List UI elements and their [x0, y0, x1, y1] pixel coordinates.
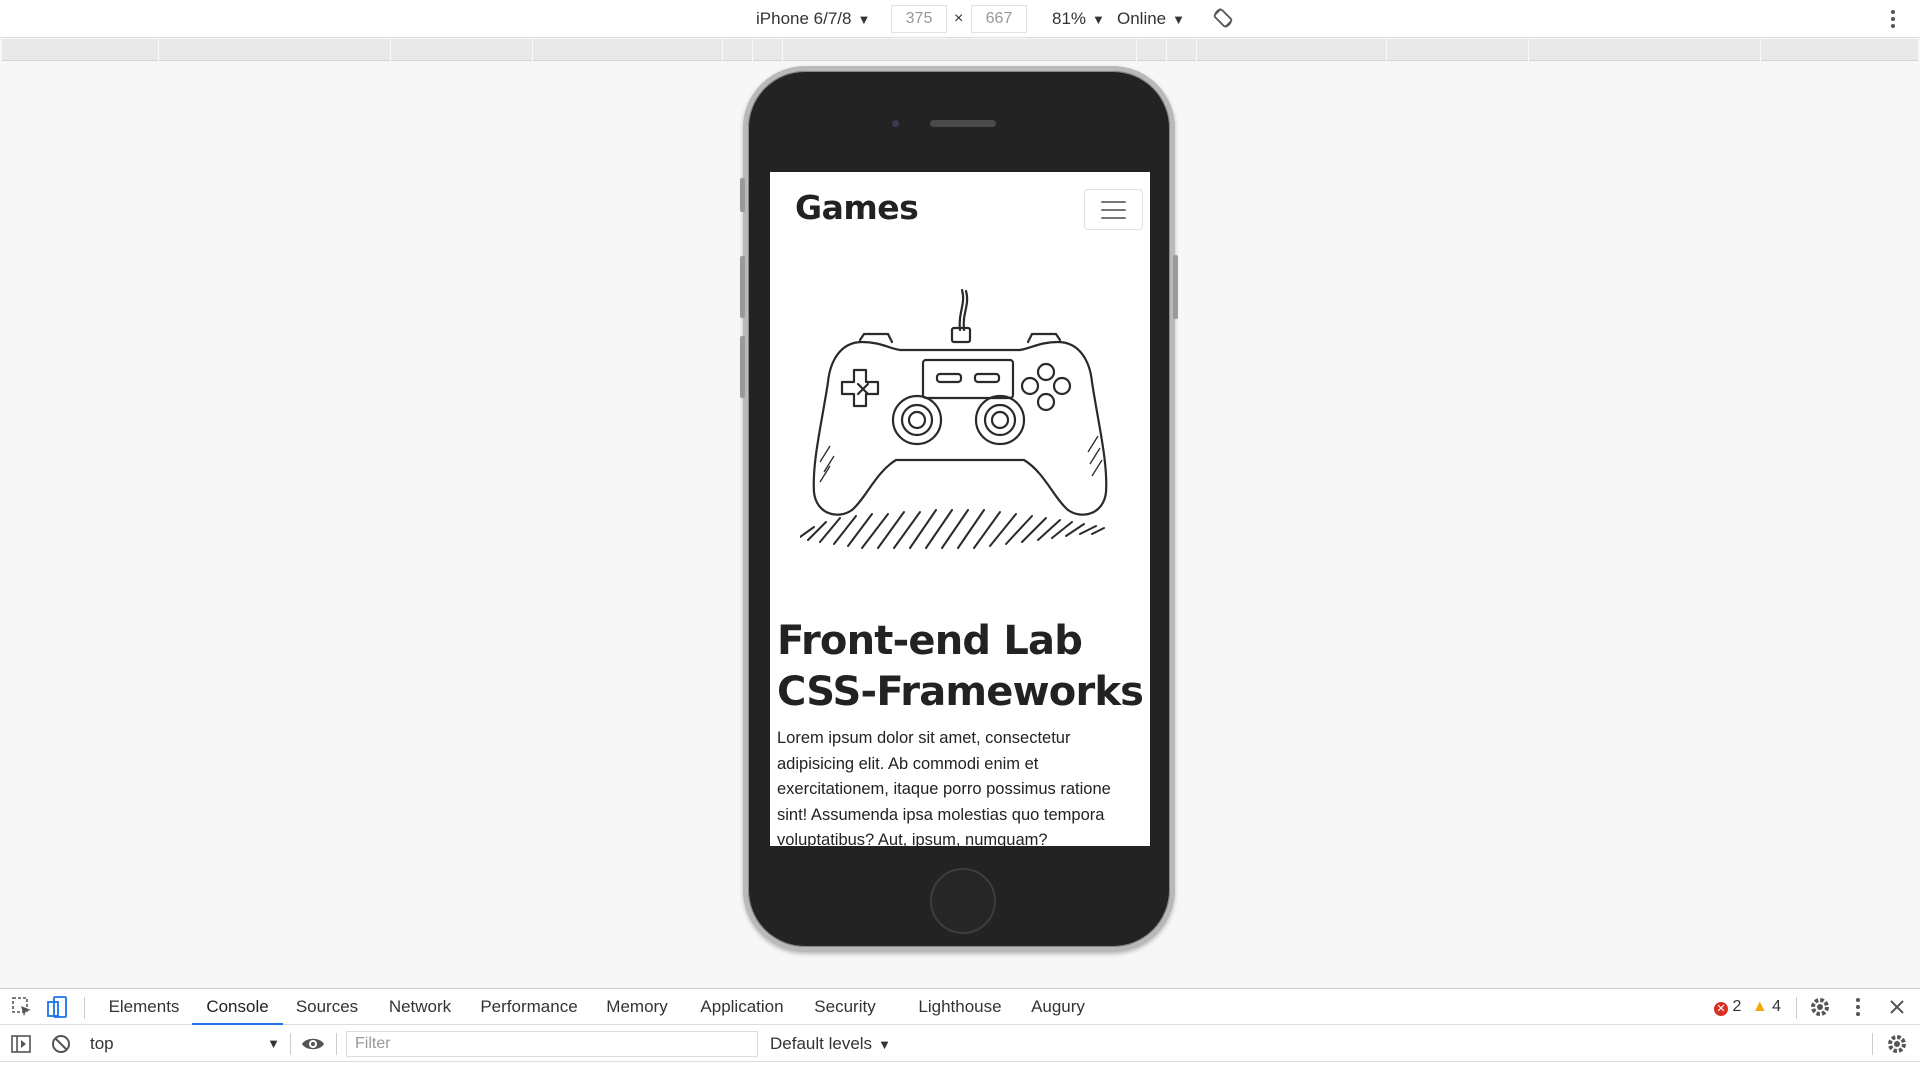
zoom-select-label: 81%	[1052, 9, 1087, 28]
hero-title-line: CSS-Frameworks	[777, 669, 1144, 715]
toolbar-divider	[290, 1033, 291, 1055]
device-toolbar: iPhone 6/7/8 ▼ 375 × 667 81% ▼ Online ▼	[0, 0, 1920, 38]
log-levels-label: Default levels	[770, 1034, 873, 1053]
dropdown-arrow-icon: ▼	[267, 1036, 280, 1051]
hero-title: Front-end Lab CSS-Frameworks	[777, 616, 1147, 718]
emulated-page: Games Front-end Lab CSS-Frameworks Lorem…	[770, 172, 1150, 846]
ruler-divider	[782, 39, 783, 61]
tab-performance[interactable]: Performance	[474, 989, 584, 1025]
error-icon: ✕	[1714, 1002, 1728, 1016]
inspect-element-icon[interactable]	[9, 994, 35, 1020]
console-settings-gear-icon[interactable]	[1884, 1031, 1910, 1057]
ruler-divider	[722, 39, 723, 61]
phone-mute-switch	[740, 178, 745, 212]
navbar-toggler-button[interactable]	[1084, 189, 1143, 230]
phone-home-button	[930, 868, 996, 934]
hamburger-icon-line	[1101, 201, 1126, 203]
settings-gear-icon[interactable]	[1807, 994, 1833, 1020]
ruler-divider	[158, 39, 159, 61]
context-select[interactable]: top ▼	[90, 1032, 280, 1056]
console-toolbar: top ▼ Filter Default levels ▼	[0, 1026, 1920, 1062]
hero-title-line: Front-end Lab	[777, 618, 1083, 664]
media-query-ruler[interactable]	[2, 39, 1918, 61]
device-select-label: iPhone 6/7/8	[756, 9, 852, 28]
phone-speaker	[930, 120, 996, 127]
ruler-divider	[1528, 39, 1529, 61]
tab-elements[interactable]: Elements	[100, 989, 188, 1025]
ruler-divider	[1760, 39, 1761, 61]
tab-security[interactable]: Security	[808, 989, 882, 1025]
devtools-panel: Elements Console Sources Network Perform…	[0, 988, 1920, 1080]
dropdown-arrow-icon: ▼	[1172, 12, 1186, 27]
toolbar-divider	[1796, 997, 1797, 1019]
phone-volume-down	[740, 336, 745, 398]
toolbar-divider	[336, 1033, 337, 1055]
dropdown-arrow-icon: ▼	[878, 1037, 891, 1052]
tab-network[interactable]: Network	[380, 989, 460, 1025]
ruler-divider	[1386, 39, 1387, 61]
live-expression-eye-icon[interactable]	[300, 1031, 326, 1057]
hamburger-icon-line	[1101, 209, 1126, 211]
console-sidebar-toggle-icon[interactable]	[8, 1031, 34, 1057]
phone-camera	[892, 120, 899, 127]
ruler-divider	[1196, 39, 1197, 61]
tab-memory[interactable]: Memory	[598, 989, 676, 1025]
network-select-label: Online	[1117, 9, 1167, 28]
rotate-icon[interactable]	[1212, 7, 1234, 29]
tab-augury[interactable]: Augury	[1024, 989, 1092, 1025]
device-toolbar-toggle-icon[interactable]	[45, 994, 71, 1020]
tab-sources[interactable]: Sources	[288, 989, 366, 1025]
hero-paragraph: Lorem ipsum dolor sit amet, consectetur …	[777, 729, 1111, 846]
clear-console-icon[interactable]	[48, 1031, 74, 1057]
devtools-tabbar: Elements Console Sources Network Perform…	[0, 989, 1920, 1025]
ruler-divider	[752, 39, 753, 61]
warning-count: 4	[1772, 998, 1782, 1015]
width-input[interactable]: 375	[891, 5, 947, 33]
context-select-label: top	[90, 1034, 114, 1053]
log-levels-select[interactable]: Default levels ▼	[770, 1032, 891, 1057]
close-icon[interactable]	[1884, 994, 1910, 1020]
tab-console[interactable]: Console	[192, 989, 283, 1025]
phone-power-button	[1173, 255, 1178, 319]
height-input[interactable]: 667	[971, 5, 1027, 33]
ruler-divider	[1136, 39, 1137, 61]
warning-icon: ▲	[1751, 998, 1768, 1015]
dropdown-arrow-icon: ▼	[857, 12, 871, 27]
toolbar-divider	[1872, 1033, 1873, 1055]
ruler-divider	[390, 39, 391, 61]
site-brand[interactable]: Games	[795, 188, 919, 227]
ruler-divider	[532, 39, 533, 61]
phone-volume-up	[740, 256, 745, 318]
dropdown-arrow-icon: ▼	[1092, 12, 1105, 27]
error-count: 2	[1732, 998, 1742, 1015]
device-select[interactable]: iPhone 6/7/8 ▼	[756, 8, 870, 30]
hamburger-icon-line	[1101, 217, 1126, 219]
console-filter-input[interactable]: Filter	[346, 1031, 758, 1057]
zoom-select[interactable]: 81% ▼	[1052, 8, 1105, 30]
network-throttle-select[interactable]: Online ▼	[1117, 8, 1185, 30]
gamepad-sketch-icon	[800, 288, 1108, 549]
ruler-divider	[1166, 39, 1167, 61]
devtools-kebab-menu-icon[interactable]	[1845, 994, 1871, 1020]
tab-application[interactable]: Application	[690, 989, 794, 1025]
dimension-separator: ×	[954, 10, 964, 27]
issue-counter[interactable]: ✕ 2 ▲ 4	[1714, 997, 1781, 1017]
kebab-menu-icon[interactable]	[1886, 6, 1900, 32]
toolbar-divider	[84, 997, 85, 1019]
tab-lighthouse[interactable]: Lighthouse	[910, 989, 1010, 1025]
